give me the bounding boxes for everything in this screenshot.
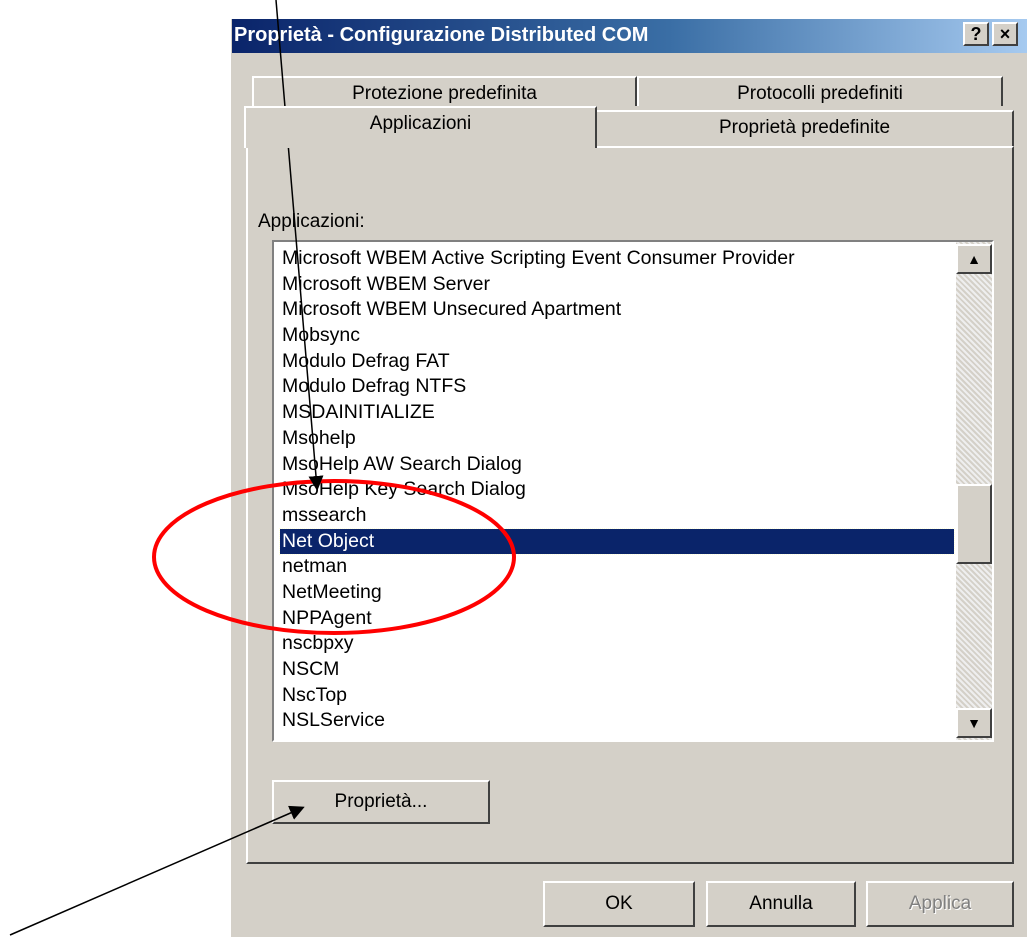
list-item[interactable]: Microsoft WBEM Unsecured Apartment: [280, 297, 954, 323]
list-item[interactable]: Microsoft WBEM Server: [280, 272, 954, 298]
scrollbar-thumb[interactable]: [956, 484, 992, 564]
list-item[interactable]: MSDAINITIALIZE: [280, 400, 954, 426]
cancel-button[interactable]: Annulla: [706, 881, 856, 927]
properties-button-label: Proprietà...: [334, 791, 428, 812]
list-item[interactable]: NscTop: [280, 683, 954, 709]
list-item[interactable]: mssearch: [280, 503, 954, 529]
list-item[interactable]: Net Object: [279, 527, 955, 556]
list-item[interactable]: NSCM: [280, 657, 954, 683]
tab-protezione-predefinita[interactable]: Protezione predefinita: [252, 76, 637, 106]
list-item[interactable]: NSLService: [280, 708, 954, 734]
tab-label: Proprietà predefinite: [718, 117, 891, 138]
tab-protocolli-predefiniti[interactable]: Protocolli predefiniti: [637, 76, 1003, 106]
list-item[interactable]: Modulo Defrag NTFS: [280, 374, 954, 400]
properties-button[interactable]: Proprietà...: [272, 780, 490, 824]
close-button[interactable]: ×: [992, 22, 1018, 46]
tab-proprieta-predefinite[interactable]: Proprietà predefinite: [595, 110, 1014, 146]
list-item[interactable]: MsoHelp Key Search Dialog: [280, 477, 954, 503]
tab-applicazioni[interactable]: Applicazioni: [244, 106, 597, 148]
scroll-down-arrow-icon[interactable]: ▼: [956, 708, 992, 738]
ok-button[interactable]: OK: [543, 881, 695, 927]
window-title: Proprietà - Configurazione Distributed C…: [234, 24, 649, 46]
list-item[interactable]: NetMeeting: [280, 580, 954, 606]
list-item[interactable]: Modulo Defrag FAT: [280, 349, 954, 375]
list-item[interactable]: MsoHelp AW Search Dialog: [280, 452, 954, 478]
vertical-scrollbar[interactable]: ▲ ▼: [956, 242, 992, 740]
title-bar[interactable]: Proprietà - Configurazione Distributed C…: [232, 19, 1027, 53]
list-item[interactable]: nscbpxy: [280, 631, 954, 657]
scroll-up-arrow-icon[interactable]: ▲: [956, 244, 992, 274]
tab-label: Protocolli predefiniti: [737, 83, 903, 104]
list-item[interactable]: Microsoft WBEM Active Scripting Event Co…: [280, 246, 954, 272]
tab-label: Applicazioni: [369, 113, 472, 134]
applications-listbox[interactable]: Microsoft WBEM Active Scripting Event Co…: [272, 240, 994, 742]
list-item[interactable]: netman: [280, 554, 954, 580]
applications-list-label: Applicazioni:: [258, 211, 365, 232]
tab-label: Protezione predefinita: [352, 83, 537, 104]
list-item[interactable]: NPPAgent: [280, 606, 954, 632]
list-item[interactable]: Mobsync: [280, 323, 954, 349]
apply-button[interactable]: Applica: [866, 881, 1014, 927]
applications-list: Microsoft WBEM Active Scripting Event Co…: [279, 246, 955, 734]
help-button[interactable]: ?: [963, 22, 989, 46]
list-item[interactable]: Msohelp: [280, 426, 954, 452]
